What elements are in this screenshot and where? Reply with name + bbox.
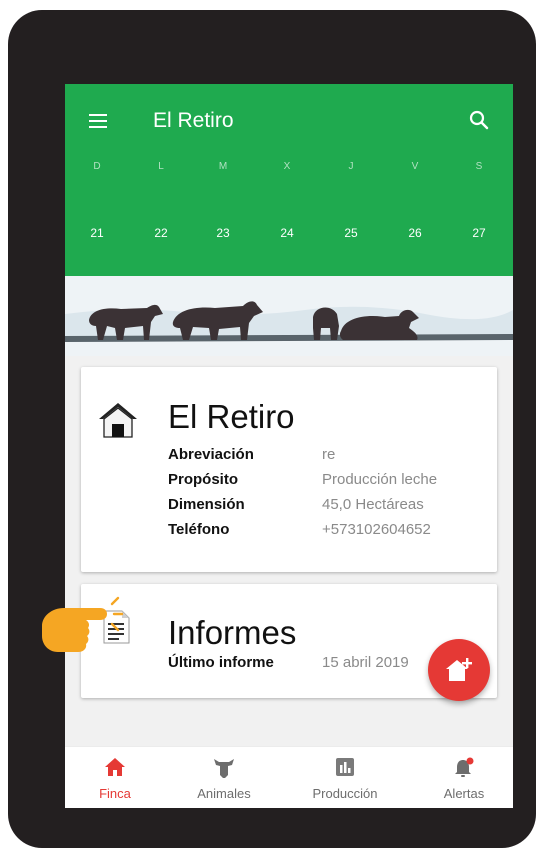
calendar-day[interactable]: 21 <box>77 226 117 240</box>
weekday-label: X <box>283 161 291 172</box>
weekday-label: J <box>348 161 354 172</box>
weekday-label: S <box>475 161 483 172</box>
nav-label: Alertas <box>443 786 485 801</box>
reports-title: Informes <box>168 614 297 651</box>
calendar-day[interactable]: 27 <box>459 226 499 240</box>
detail-value: +573102604652 <box>322 521 431 538</box>
detail-label: Dimensión <box>168 496 245 513</box>
cattle-banner <box>65 276 513 356</box>
nav-alertas[interactable]: Alertas <box>421 747 507 808</box>
calendar-day[interactable]: 26 <box>395 226 435 240</box>
bottom-navigation: Finca Animales Producción Alertas <box>65 746 513 808</box>
weekday-label: M <box>218 161 228 172</box>
pointing-hand-icon <box>42 596 124 652</box>
nav-label: Animales <box>197 786 251 801</box>
bar-chart-icon <box>336 758 354 776</box>
detail-value: 45,0 Hectáreas <box>322 496 424 513</box>
nav-label: Finca <box>99 786 131 801</box>
weekday-label: L <box>158 161 164 172</box>
cow-icon <box>214 759 234 778</box>
detail-label: Abreviación <box>168 446 254 463</box>
nav-finca[interactable]: Finca <box>65 747 165 808</box>
calendar-day[interactable]: 22 <box>141 226 181 240</box>
home-icon <box>105 758 125 776</box>
calendar-day[interactable]: 24 <box>267 226 307 240</box>
farm-card[interactable]: El Retiro Abreviación re Propósito Produ… <box>81 367 497 572</box>
phone-frame: El Retiro D L M X J V S 21 22 23 24 25 2… <box>8 10 536 848</box>
farm-house-icon <box>99 403 137 438</box>
detail-value: Producción leche <box>322 471 438 488</box>
detail-value: re <box>322 446 336 463</box>
last-report-label: Último informe <box>168 654 274 671</box>
app-bar: El Retiro D L M X J V S 21 22 23 24 25 2… <box>65 84 513 276</box>
search-icon[interactable] <box>467 108 491 132</box>
nav-produccion[interactable]: Producción <box>295 747 395 808</box>
weekday-label: V <box>411 161 419 172</box>
bell-icon <box>455 757 474 777</box>
page-title: El Retiro <box>153 109 234 132</box>
add-farm-fab[interactable] <box>428 639 490 701</box>
last-report-date: 15 abril 2019 <box>322 654 409 671</box>
calendar-day[interactable]: 23 <box>203 226 243 240</box>
detail-label: Propósito <box>168 471 238 488</box>
detail-label: Teléfono <box>168 521 230 538</box>
nav-animales[interactable]: Animales <box>171 747 277 808</box>
calendar-day[interactable]: 25 <box>331 226 371 240</box>
app-screen: El Retiro D L M X J V S 21 22 23 24 25 2… <box>65 84 513 808</box>
nav-label: Producción <box>312 786 378 801</box>
weekday-label: D <box>93 161 101 172</box>
add-home-icon <box>446 658 472 681</box>
farm-name: El Retiro <box>168 398 295 435</box>
menu-icon[interactable] <box>89 114 107 128</box>
